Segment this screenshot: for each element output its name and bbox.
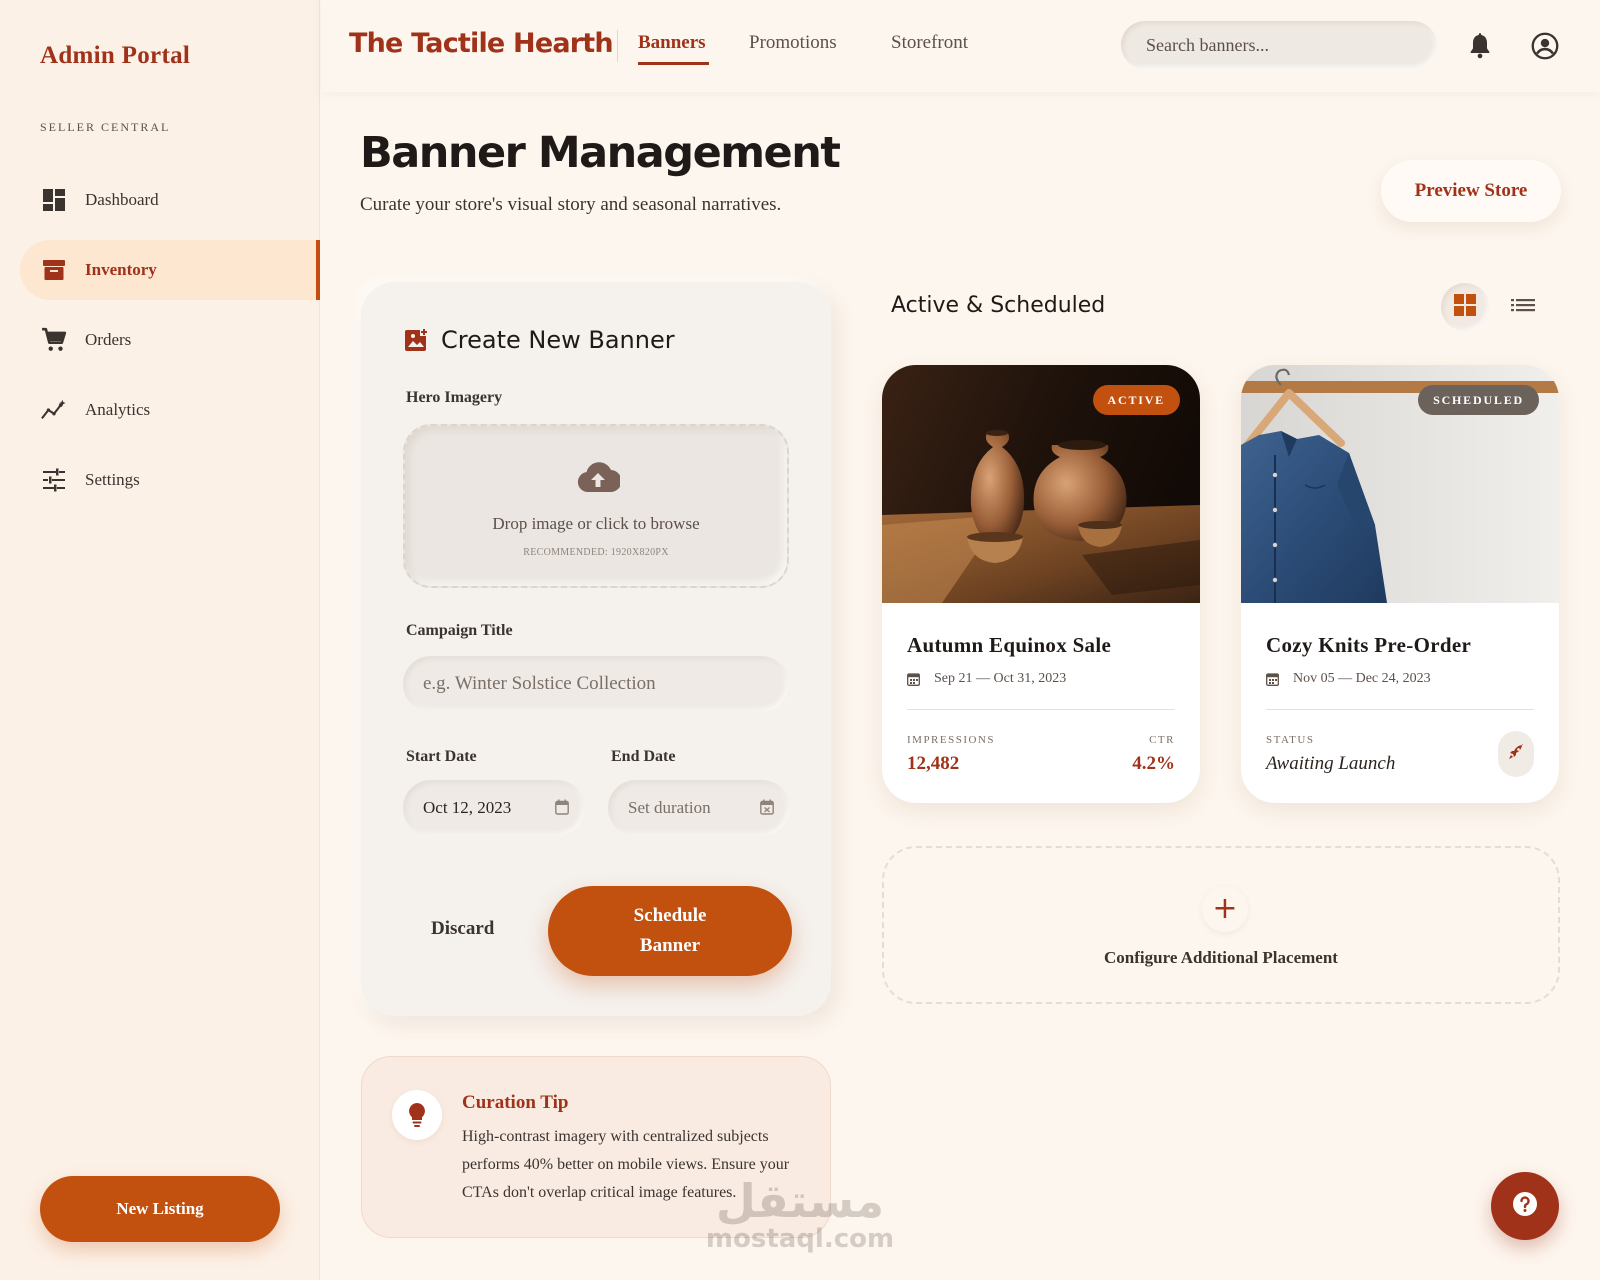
dropzone-hint: RECOMMENDED: 1920X820PX: [523, 547, 669, 558]
search-input[interactable]: [1121, 21, 1437, 69]
dashboard-icon: [41, 187, 67, 213]
ctr-label: CTR: [1149, 734, 1175, 746]
grid-view-icon: [1454, 293, 1476, 321]
discard-button[interactable]: Discard: [431, 918, 494, 940]
banner-card-autumn[interactable]: ACTIVE Autumn Equinox Sale Sep 21 — Oct …: [882, 365, 1200, 803]
add-image-icon: [405, 328, 429, 357]
configure-placement-button[interactable]: + Configure Additional Placement: [882, 846, 1560, 1004]
help-button[interactable]: [1491, 1172, 1559, 1240]
banner-card-dates: Sep 21 — Oct 31, 2023: [934, 671, 1067, 686]
header-divider: [617, 30, 618, 62]
help-icon: [1512, 1191, 1538, 1222]
sidebar-nav: Dashboard Inventory Orders Analytics Set…: [20, 170, 320, 520]
active-tab-indicator: [638, 62, 709, 65]
banner-card-cozy-knits[interactable]: SCHEDULED Cozy Knits Pre-Order Nov 05 — …: [1241, 365, 1559, 803]
impressions-label: IMPRESSIONS: [907, 734, 996, 746]
start-date-value: Oct 12, 2023: [423, 798, 512, 817]
dropzone-text: Drop image or click to browse: [492, 514, 700, 533]
analytics-icon: [41, 397, 67, 423]
card-divider: [1266, 709, 1534, 710]
rocket-icon: [1508, 743, 1524, 765]
start-date-label: Start Date: [406, 748, 477, 765]
list-view-icon[interactable]: [1511, 293, 1539, 321]
banner-card-title: Cozy Knits Pre-Order: [1266, 633, 1472, 657]
end-date-input[interactable]: Set duration: [608, 780, 790, 836]
banner-card-title: Autumn Equinox Sale: [907, 633, 1112, 657]
launch-button[interactable]: [1498, 731, 1534, 777]
lightbulb-icon: [392, 1090, 442, 1140]
sidebar-item-label: Orders: [85, 330, 132, 349]
sidebar-item-label: Inventory: [85, 260, 157, 279]
ctr-value: 4.2%: [1132, 753, 1175, 774]
tip-title: Curation Tip: [462, 1092, 569, 1113]
watermark-arabic: مستقل: [715, 1174, 885, 1228]
sidebar-brand: Admin Portal: [40, 42, 191, 69]
sidebar-item-dashboard[interactable]: Dashboard: [20, 170, 320, 230]
end-date-label: End Date: [611, 748, 676, 765]
cart-icon: [41, 327, 67, 353]
cloud-upload-icon: [576, 460, 622, 499]
hero-imagery-label: Hero Imagery: [406, 389, 503, 406]
calendar-clear-icon: [760, 799, 774, 820]
page-title: Banner Management: [360, 128, 841, 178]
new-listing-button[interactable]: New Listing: [40, 1176, 280, 1242]
schedule-button-line1: Schedule: [633, 905, 707, 926]
configure-placement-label: Configure Additional Placement: [1104, 948, 1338, 967]
create-banner-card: Create New Banner Hero Imagery Drop imag…: [361, 282, 831, 1016]
sidebar-section-label: SELLER CENTRAL: [40, 120, 171, 134]
banner-card-dates: Nov 05 — Dec 24, 2023: [1293, 671, 1431, 686]
sidebar-item-label: Dashboard: [85, 190, 159, 209]
sidebar-item-label: Analytics: [85, 400, 151, 419]
campaign-title-label: Campaign Title: [406, 622, 513, 639]
plus-icon: +: [1202, 886, 1248, 932]
sidebar-item-orders[interactable]: Orders: [20, 310, 320, 370]
account-icon[interactable]: [1531, 32, 1559, 60]
watermark: مستقل mostaql.com: [700, 1178, 900, 1254]
page-subtitle: Curate your store's visual story and sea…: [360, 194, 782, 215]
section-title: Active & Scheduled: [891, 293, 1106, 318]
calendar-icon: [1266, 672, 1279, 691]
tab-banners[interactable]: Banners: [638, 32, 706, 54]
calendar-icon: [555, 799, 569, 820]
sidebar-item-analytics[interactable]: Analytics: [20, 380, 320, 440]
store-name: The Tactile Hearth: [349, 28, 614, 59]
calendar-icon: [907, 672, 920, 691]
sidebar-item-label: Settings: [85, 470, 140, 489]
card-divider: [907, 709, 1175, 710]
watermark-latin: mostaql.com: [705, 1224, 895, 1254]
preview-store-button[interactable]: Preview Store: [1381, 160, 1561, 222]
start-date-input[interactable]: Oct 12, 2023: [403, 780, 585, 836]
impressions-value: 12,482: [907, 753, 960, 774]
status-badge-scheduled: SCHEDULED: [1418, 385, 1539, 415]
tab-promotions[interactable]: Promotions: [749, 32, 837, 54]
schedule-banner-button[interactable]: Schedule Banner: [548, 886, 792, 976]
schedule-button-line2: Banner: [639, 935, 701, 956]
sidebar: Admin Portal SELLER CENTRAL Dashboard In…: [0, 0, 320, 1280]
image-dropzone[interactable]: Drop image or click to browse RECOMMENDE…: [403, 424, 789, 588]
status-badge-active: ACTIVE: [1092, 385, 1180, 415]
campaign-title-input[interactable]: [403, 656, 789, 712]
status-label: STATUS: [1266, 734, 1315, 746]
sidebar-item-inventory[interactable]: Inventory: [20, 240, 320, 300]
end-date-placeholder: Set duration: [628, 798, 711, 817]
bell-icon[interactable]: [1466, 32, 1494, 60]
top-bar: The Tactile Hearth Banners Promotions St…: [321, 0, 1600, 92]
status-value: Awaiting Launch: [1266, 753, 1396, 774]
tab-storefront[interactable]: Storefront: [891, 32, 968, 54]
settings-sliders-icon: [41, 467, 67, 493]
create-banner-title: Create New Banner: [441, 326, 675, 354]
sidebar-item-settings[interactable]: Settings: [20, 450, 320, 510]
inventory-icon: [41, 257, 67, 283]
grid-view-toggle[interactable]: [1441, 283, 1489, 331]
